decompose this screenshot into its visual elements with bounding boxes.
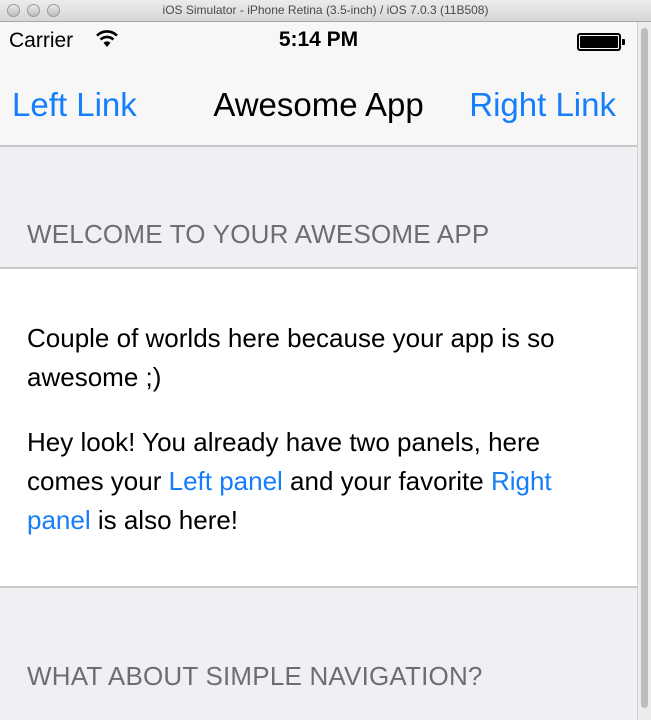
left-panel-link[interactable]: Left panel bbox=[169, 466, 283, 496]
panels-text-c: is also here! bbox=[90, 505, 239, 535]
panels-text-b: and your favorite bbox=[282, 466, 491, 496]
battery-icon bbox=[577, 33, 625, 51]
navigation-bar: Left Link Awesome App Right Link bbox=[0, 60, 637, 147]
right-link-button[interactable]: Right Link bbox=[469, 86, 616, 124]
panels-paragraph: Hey look! You already have two panels, h… bbox=[27, 423, 609, 540]
window-title: iOS Simulator - iPhone Retina (3.5-inch)… bbox=[162, 3, 489, 17]
simulator-titlebar: iOS Simulator - iPhone Retina (3.5-inch)… bbox=[0, 0, 651, 22]
status-bar: Carrier 5:14 PM bbox=[0, 22, 637, 60]
section-header-welcome: WELCOME TO YOUR AWESOME APP bbox=[27, 219, 490, 249]
welcome-card: Couple of worlds here because your app i… bbox=[0, 267, 637, 588]
welcome-paragraph: Couple of worlds here because your app i… bbox=[27, 323, 555, 392]
scrollbar-thumb[interactable] bbox=[641, 28, 648, 708]
status-time: 5:14 PM bbox=[278, 28, 359, 51]
section-header-navigation: WHAT ABOUT SIMPLE NAVIGATION? bbox=[27, 661, 483, 691]
simulator-scrollbar[interactable] bbox=[637, 22, 651, 720]
content-area[interactable]: WELCOME TO YOUR AWESOME APP Couple of wo… bbox=[0, 147, 637, 720]
